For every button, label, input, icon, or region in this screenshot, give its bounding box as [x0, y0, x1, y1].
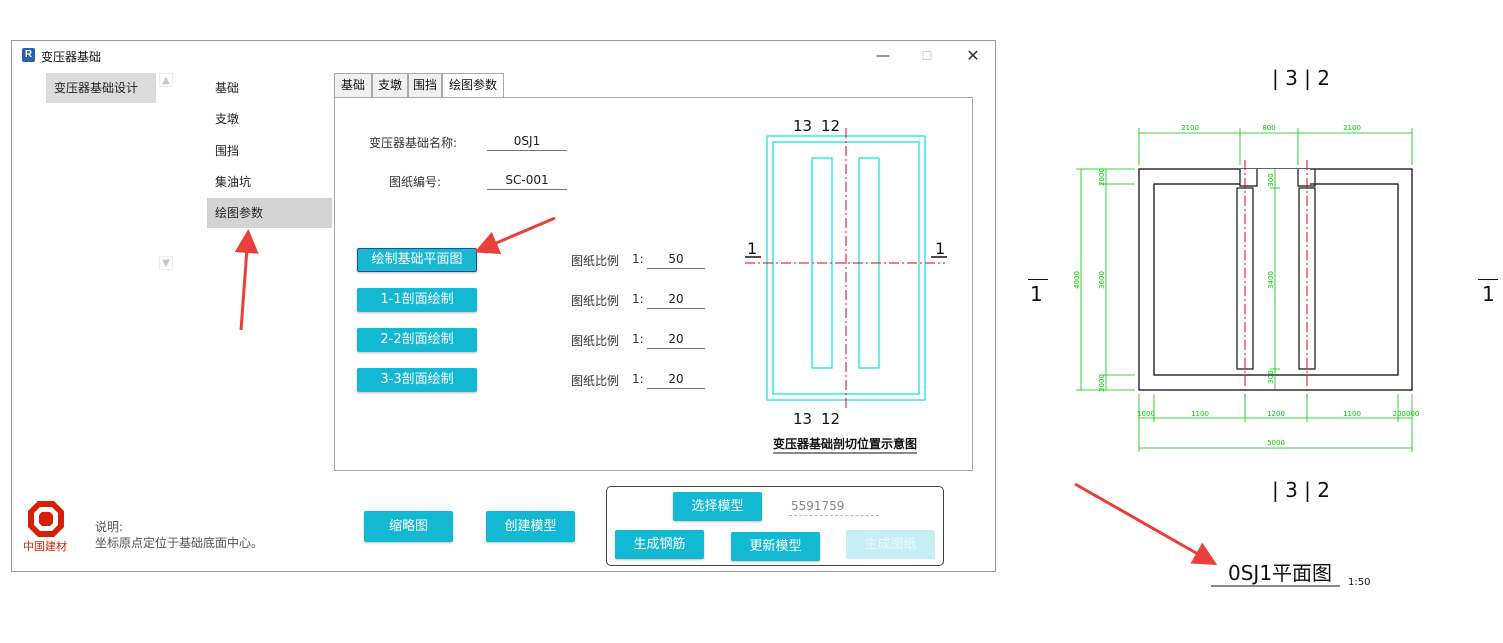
plan-title: 0SJ1平面图: [1228, 561, 1333, 585]
dim-pier-bottom: 300: [1267, 370, 1275, 383]
dim-pier-length: 3400: [1267, 271, 1275, 289]
dim-left-small-top: 2000: [1098, 168, 1106, 186]
plan-outer-wall: [1138, 168, 1413, 391]
plan-svg: 2100 800 2100 1000 1100 1200 1100 200000…: [1073, 124, 1420, 587]
dim-bottom-left: 1100: [1191, 410, 1209, 418]
dim-top-right: 2100: [1343, 124, 1361, 132]
dim-top-mid: 800: [1262, 124, 1275, 132]
dim-bottom-mid: 1200: [1267, 410, 1285, 418]
dim-pier-top: 300: [1267, 173, 1275, 186]
arrow-to-drawing-params: [234, 229, 259, 331]
dim-left-small-bottom: 2000: [1098, 374, 1106, 392]
dim-total: 5000: [1267, 439, 1285, 447]
dim-top-left: 2100: [1181, 124, 1199, 132]
dim-bottom-small-left: 1000: [1137, 410, 1155, 418]
dim-bottom-small-right: 200000: [1393, 410, 1420, 418]
plan-inner-wall: [1153, 183, 1399, 376]
arrow-to-draw-plan: [474, 216, 556, 254]
plan-scale: 1:50: [1348, 577, 1371, 588]
generated-plan-drawing: | 3 | 2 | 3 | 2 1 1 2100 800 2100 1000 1…: [1000, 0, 1503, 643]
dim-bottom-right: 1100: [1343, 410, 1361, 418]
dim-left-inner: 3600: [1098, 271, 1106, 289]
dim-left-outer: 4000: [1073, 271, 1081, 289]
